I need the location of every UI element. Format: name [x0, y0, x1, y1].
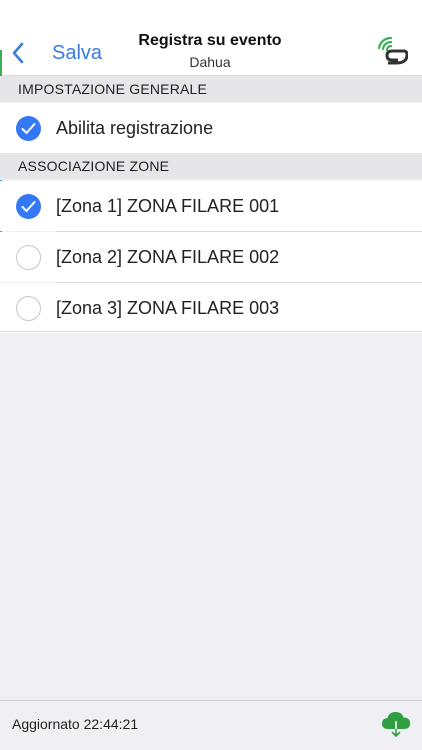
row-label: [Zona 3] ZONA FILARE 003 [56, 297, 280, 318]
status-footer: Aggiornato 22:44:21 [0, 700, 422, 750]
page-title: Registra su evento [138, 32, 282, 49]
row-label: [Zona 2] ZONA FILARE 002 [56, 246, 280, 267]
checkmark-circle-icon[interactable] [16, 194, 41, 219]
section-header-zones: ASSOCIAZIONE ZONE [0, 153, 422, 179]
list-bottom-separator [0, 331, 422, 332]
row-zone-2[interactable]: [Zona 2] ZONA FILARE 002 [0, 232, 422, 282]
back-button[interactable]: Salva [10, 36, 102, 70]
row-label: Abilita registrazione [56, 117, 214, 138]
empty-circle-icon[interactable] [16, 245, 41, 270]
chevron-left-icon [12, 42, 24, 64]
row-label: [Zona 1] ZONA FILARE 001 [56, 195, 280, 216]
section-header-general: IMPOSTAZIONE GENERALE [0, 76, 422, 102]
row-enable-recording[interactable]: Abilita registrazione [0, 103, 422, 153]
back-button-label: Salva [52, 41, 103, 64]
accent-line-green [0, 50, 2, 76]
nav-title-group: Registra su evento Dahua [100, 32, 320, 70]
checkmark-circle-icon[interactable] [16, 116, 41, 141]
empty-circle-icon[interactable] [16, 296, 41, 321]
last-updated-status: Aggiornato 22:44:21 [12, 716, 139, 732]
cloud-download-icon[interactable] [380, 707, 412, 739]
page-subtitle: Dahua [189, 54, 231, 70]
row-zone-3[interactable]: [Zona 3] ZONA FILARE 003 [0, 283, 422, 333]
navigation-bar: Salva Registra su evento Dahua [0, 0, 422, 76]
wireless-signal-logo [377, 36, 408, 65]
row-zone-1[interactable]: [Zona 1] ZONA FILARE 001 [0, 181, 422, 231]
